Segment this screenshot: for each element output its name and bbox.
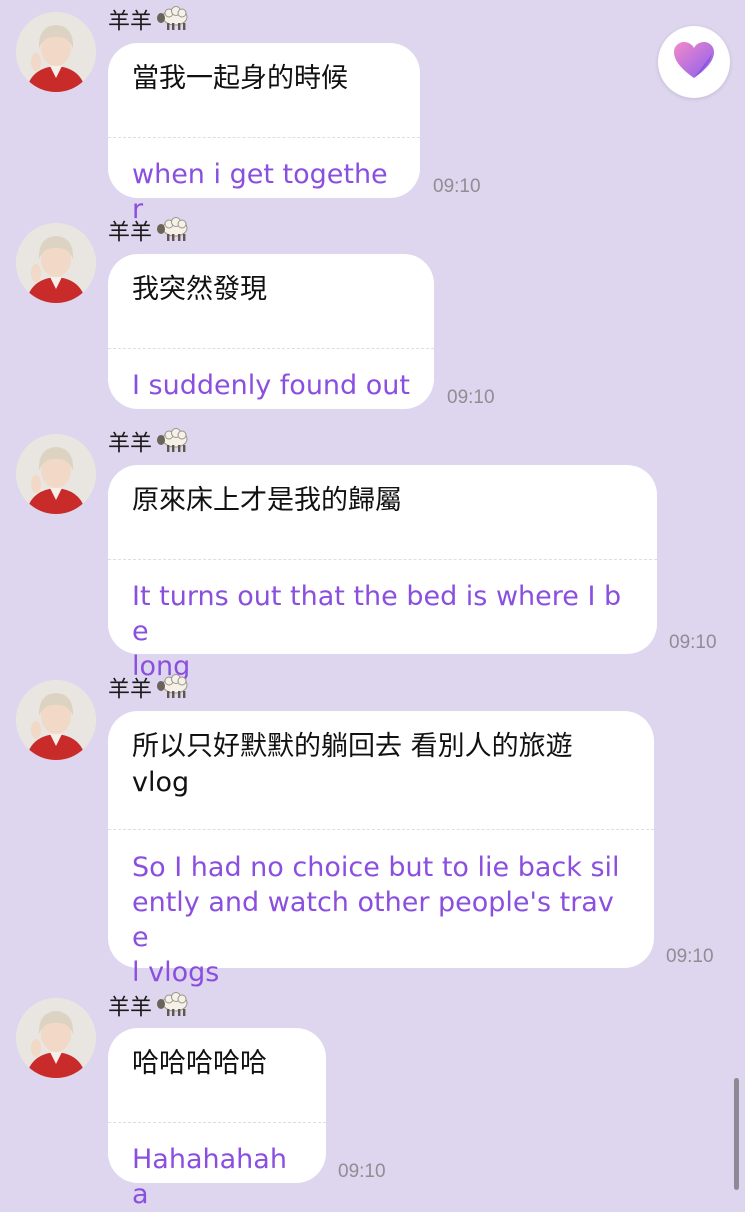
timestamp: 09:10 bbox=[338, 1161, 386, 1182]
translated-text: when i get together bbox=[132, 159, 388, 225]
original-text: 原來床上才是我的歸屬 bbox=[132, 485, 402, 516]
sender-name: 羊羊 bbox=[108, 5, 190, 35]
original-text: 我突然發現 bbox=[132, 274, 267, 305]
sheep-icon bbox=[156, 427, 190, 462]
timestamp: 09:10 bbox=[433, 176, 481, 197]
timestamp: 09:10 bbox=[447, 387, 495, 408]
translated-text: It turns out that the bed is where I be … bbox=[132, 581, 622, 682]
sheep-icon bbox=[156, 991, 190, 1026]
sender-name: 羊羊 bbox=[108, 991, 190, 1021]
translated-text: I suddenly found out bbox=[132, 370, 410, 401]
message-bubble[interactable]: 我突然發現 I suddenly found out bbox=[108, 254, 434, 409]
sheep-icon bbox=[156, 216, 190, 251]
original-text: 當我一起身的時候 bbox=[132, 63, 348, 94]
translated-text: So I had no choice but to lie back sil e… bbox=[132, 852, 620, 988]
sender-name: 羊羊 bbox=[108, 427, 190, 457]
avatar[interactable] bbox=[16, 223, 96, 303]
translated-text: Hahahahaha bbox=[132, 1144, 287, 1210]
heart-icon bbox=[672, 40, 716, 84]
message-bubble[interactable]: 當我一起身的時候 when i get together bbox=[108, 43, 420, 225]
scrollbar[interactable] bbox=[734, 1078, 739, 1190]
avatar[interactable] bbox=[16, 680, 96, 760]
message-bubble[interactable]: 哈哈哈哈哈 Hahahahaha bbox=[108, 1028, 326, 1210]
sender-name: 羊羊 bbox=[108, 216, 190, 246]
message-bubble[interactable]: 所以只好默默的躺回去 看別人的旅遊 vlog So I had no choic… bbox=[108, 711, 654, 988]
timestamp: 09:10 bbox=[666, 946, 714, 967]
avatar[interactable] bbox=[16, 434, 96, 514]
sheep-icon bbox=[156, 673, 190, 708]
original-text: 哈哈哈哈哈 bbox=[132, 1048, 267, 1079]
timestamp: 09:10 bbox=[669, 632, 717, 653]
message-bubble[interactable]: 原來床上才是我的歸屬 It turns out that the bed is … bbox=[108, 465, 657, 682]
favorite-button[interactable] bbox=[658, 26, 730, 98]
sender-name: 羊羊 bbox=[108, 673, 190, 703]
avatar[interactable] bbox=[16, 12, 96, 92]
avatar[interactable] bbox=[16, 998, 96, 1078]
sheep-icon bbox=[156, 5, 190, 40]
original-text: 所以只好默默的躺回去 看別人的旅遊 vlog bbox=[132, 731, 573, 798]
